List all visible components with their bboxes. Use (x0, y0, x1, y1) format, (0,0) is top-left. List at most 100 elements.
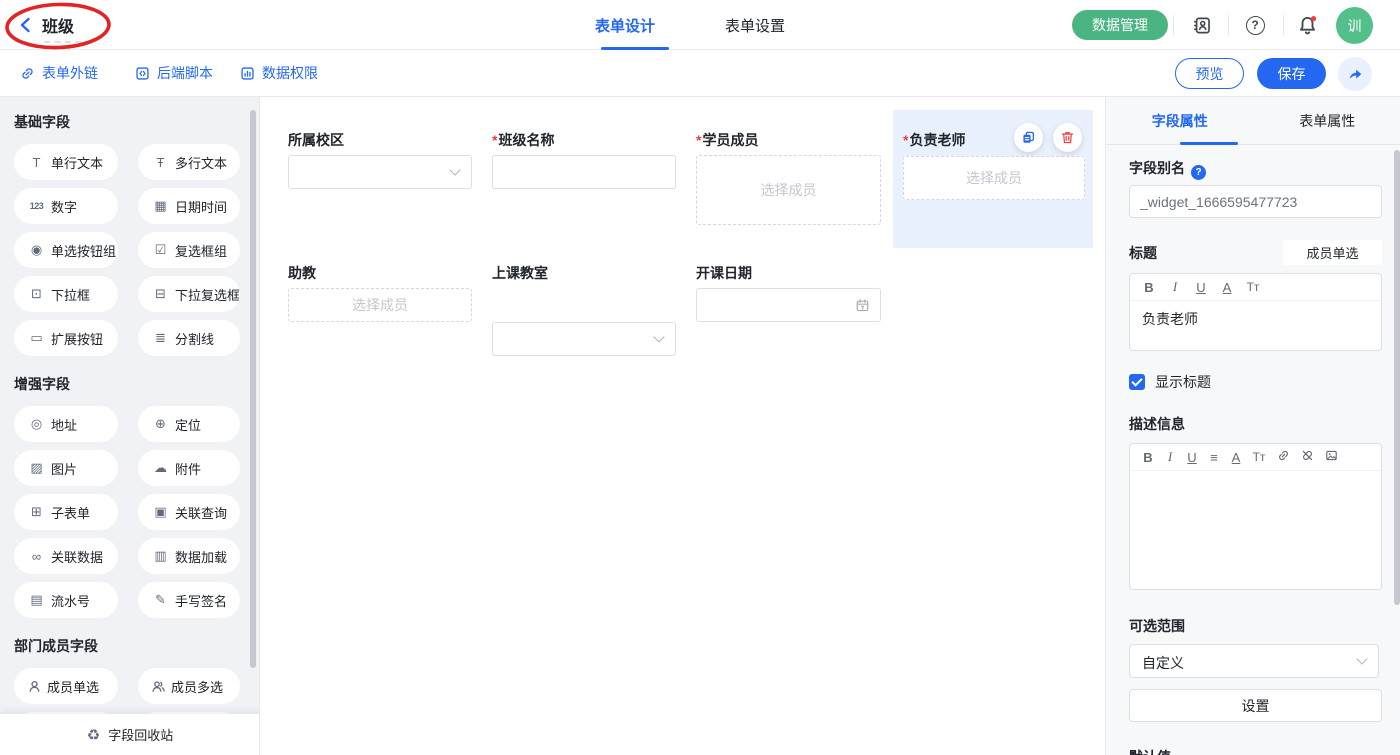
external-link-button[interactable]: 表单外链 (20, 63, 98, 83)
italic-icon[interactable]: I (1160, 449, 1180, 465)
range-settings-button[interactable]: 设置 (1129, 689, 1382, 722)
insert-link-icon[interactable] (1272, 449, 1294, 465)
data-permission-button[interactable]: 数据权限 (240, 63, 318, 83)
tab-form-settings[interactable]: 表单设置 (725, 15, 785, 36)
pill-number[interactable]: 123数字 (14, 188, 118, 224)
datetime-icon: ▦ (151, 198, 170, 214)
backend-script-button[interactable]: 后端脚本 (135, 63, 213, 83)
pill-divider[interactable]: ≣ 分割线 (138, 320, 240, 356)
required-asterisk: * (696, 132, 701, 148)
divider-icon: ≣ (151, 330, 170, 346)
underline-icon[interactable]: U (1190, 280, 1212, 295)
pill-member-multi[interactable]: 成员多选 (138, 668, 240, 704)
pill-location[interactable]: ⊕定位 (138, 406, 240, 442)
tab-field-properties[interactable]: 字段属性 (1106, 97, 1254, 144)
underline-icon[interactable]: U (1182, 450, 1202, 465)
title-editor-content[interactable]: 负责老师 (1130, 301, 1381, 337)
back-button[interactable]: 班级 (18, 13, 74, 37)
pill-label: 关联查询 (175, 503, 227, 522)
address-book-icon[interactable] (1191, 14, 1213, 36)
field-campus-label: 所属校区 (288, 130, 344, 150)
required-asterisk: * (492, 132, 497, 148)
pill-datetime[interactable]: ▦日期时间 (138, 188, 240, 224)
pill-linked-query[interactable]: ▣关联查询 (138, 494, 240, 530)
alias-help-icon[interactable]: ? (1191, 165, 1206, 180)
show-title-checkbox[interactable] (1129, 374, 1145, 390)
tab-form-properties[interactable]: 表单属性 (1254, 97, 1400, 144)
field-students-member-box[interactable]: 选择成员 (696, 155, 881, 225)
avatar[interactable]: 训 (1336, 7, 1373, 44)
pill-linked-data[interactable]: ∞关联数据 (14, 538, 118, 574)
field-campus-select[interactable] (288, 155, 472, 189)
pill-multi-select[interactable]: ⊟下拉复选框 (138, 276, 240, 312)
pill-checkbox-group[interactable]: ☑复选框组 (138, 232, 240, 268)
pill-signature[interactable]: ✎手写签名 (138, 582, 240, 618)
tab-form-design[interactable]: 表单设计 (595, 15, 655, 36)
pill-label: 成员单选 (47, 677, 99, 696)
help-icon[interactable]: ? (1244, 14, 1266, 36)
pill-label: 定位 (175, 415, 201, 434)
address-icon: ◎ (27, 416, 46, 432)
insert-image-icon[interactable] (1320, 449, 1342, 465)
italic-icon[interactable]: I (1164, 279, 1186, 295)
sidebar-scrollbar[interactable] (250, 110, 256, 668)
bold-icon[interactable]: B (1138, 280, 1160, 295)
multi-line-text-icon: Ŧ (151, 155, 170, 170)
section-title-members: 部门成员字段 (14, 636, 259, 656)
font-color-icon[interactable]: A (1216, 280, 1238, 295)
font-color-icon[interactable]: A (1226, 450, 1246, 465)
copy-field-button[interactable] (1014, 123, 1043, 152)
pill-subform[interactable]: ⊞子表单 (14, 494, 118, 530)
title-label: 标题 (1129, 243, 1157, 263)
description-editor[interactable]: B I U ≡ A Tт (1129, 443, 1382, 590)
data-manage-button[interactable]: 数据管理 (1072, 10, 1168, 40)
range-select[interactable]: 自定义 (1129, 644, 1379, 678)
extend-button-icon: ▭ (27, 330, 46, 346)
pill-extend-button[interactable]: ▭扩展按钮 (14, 320, 118, 356)
share-button[interactable] (1338, 57, 1372, 91)
font-size-icon[interactable]: Tт (1248, 450, 1270, 464)
pill-data-load[interactable]: ▥数据加载 (138, 538, 240, 574)
pill-label: 附件 (175, 459, 201, 478)
properties-panel: 字段属性 表单属性 字段别名? 标题 成员单选 B I U A Tт 负责老师 … (1105, 97, 1400, 755)
field-classroom-label: 上课教室 (492, 263, 548, 283)
description-editor-toolbar: B I U ≡ A Tт (1130, 444, 1381, 471)
required-asterisk: * (903, 132, 908, 148)
field-classroom-select[interactable] (492, 322, 676, 356)
pill-image[interactable]: ▨图片 (14, 450, 118, 486)
field-recycle-bin[interactable]: ♻ 字段回收站 (0, 714, 260, 755)
notification-dot (1310, 16, 1315, 21)
field-teacher-selected[interactable]: *负责老师 选择成员 (893, 110, 1093, 248)
save-button[interactable]: 保存 (1257, 58, 1326, 89)
field-class-name-input[interactable] (492, 155, 676, 189)
remove-link-icon[interactable] (1296, 449, 1318, 465)
header-divider (1173, 15, 1174, 35)
pill-radio-group[interactable]: ◉单选按钮组 (14, 232, 118, 268)
delete-field-button[interactable] (1053, 123, 1082, 152)
pill-address[interactable]: ◎地址 (14, 406, 118, 442)
pill-member-single[interactable]: 成员单选 (14, 668, 118, 704)
description-editor-content[interactable] (1130, 471, 1381, 487)
preview-button[interactable]: 预览 (1175, 58, 1244, 89)
align-icon[interactable]: ≡ (1204, 450, 1224, 465)
field-teacher-member-box[interactable]: 选择成员 (903, 156, 1085, 200)
field-start-date-input[interactable] (696, 288, 881, 322)
pill-attachment[interactable]: ☁附件 (138, 450, 240, 486)
pill-label: 单行文本 (51, 153, 103, 172)
pill-label: 分割线 (175, 329, 214, 348)
bold-icon[interactable]: B (1138, 450, 1158, 465)
title-editor[interactable]: B I U A Tт 负责老师 (1129, 273, 1382, 351)
serial-number-icon: ▤ (27, 592, 46, 608)
alias-input[interactable] (1129, 185, 1382, 218)
pill-single-line-text[interactable]: T单行文本 (14, 144, 118, 180)
panel-scrollbar[interactable] (1394, 150, 1400, 605)
bell-icon[interactable] (1296, 14, 1318, 36)
back-chevron-icon (18, 17, 32, 33)
pill-multi-line-text[interactable]: Ŧ多行文本 (138, 144, 240, 180)
field-assistant-member-box[interactable]: 选择成员 (288, 288, 472, 322)
pill-select[interactable]: ⊡下拉框 (14, 276, 118, 312)
pill-serial-number[interactable]: ▤流水号 (14, 582, 118, 618)
external-link-label: 表单外链 (42, 63, 98, 83)
field-type-tag[interactable]: 成员单选 (1283, 240, 1382, 265)
font-size-icon[interactable]: Tт (1242, 280, 1264, 294)
